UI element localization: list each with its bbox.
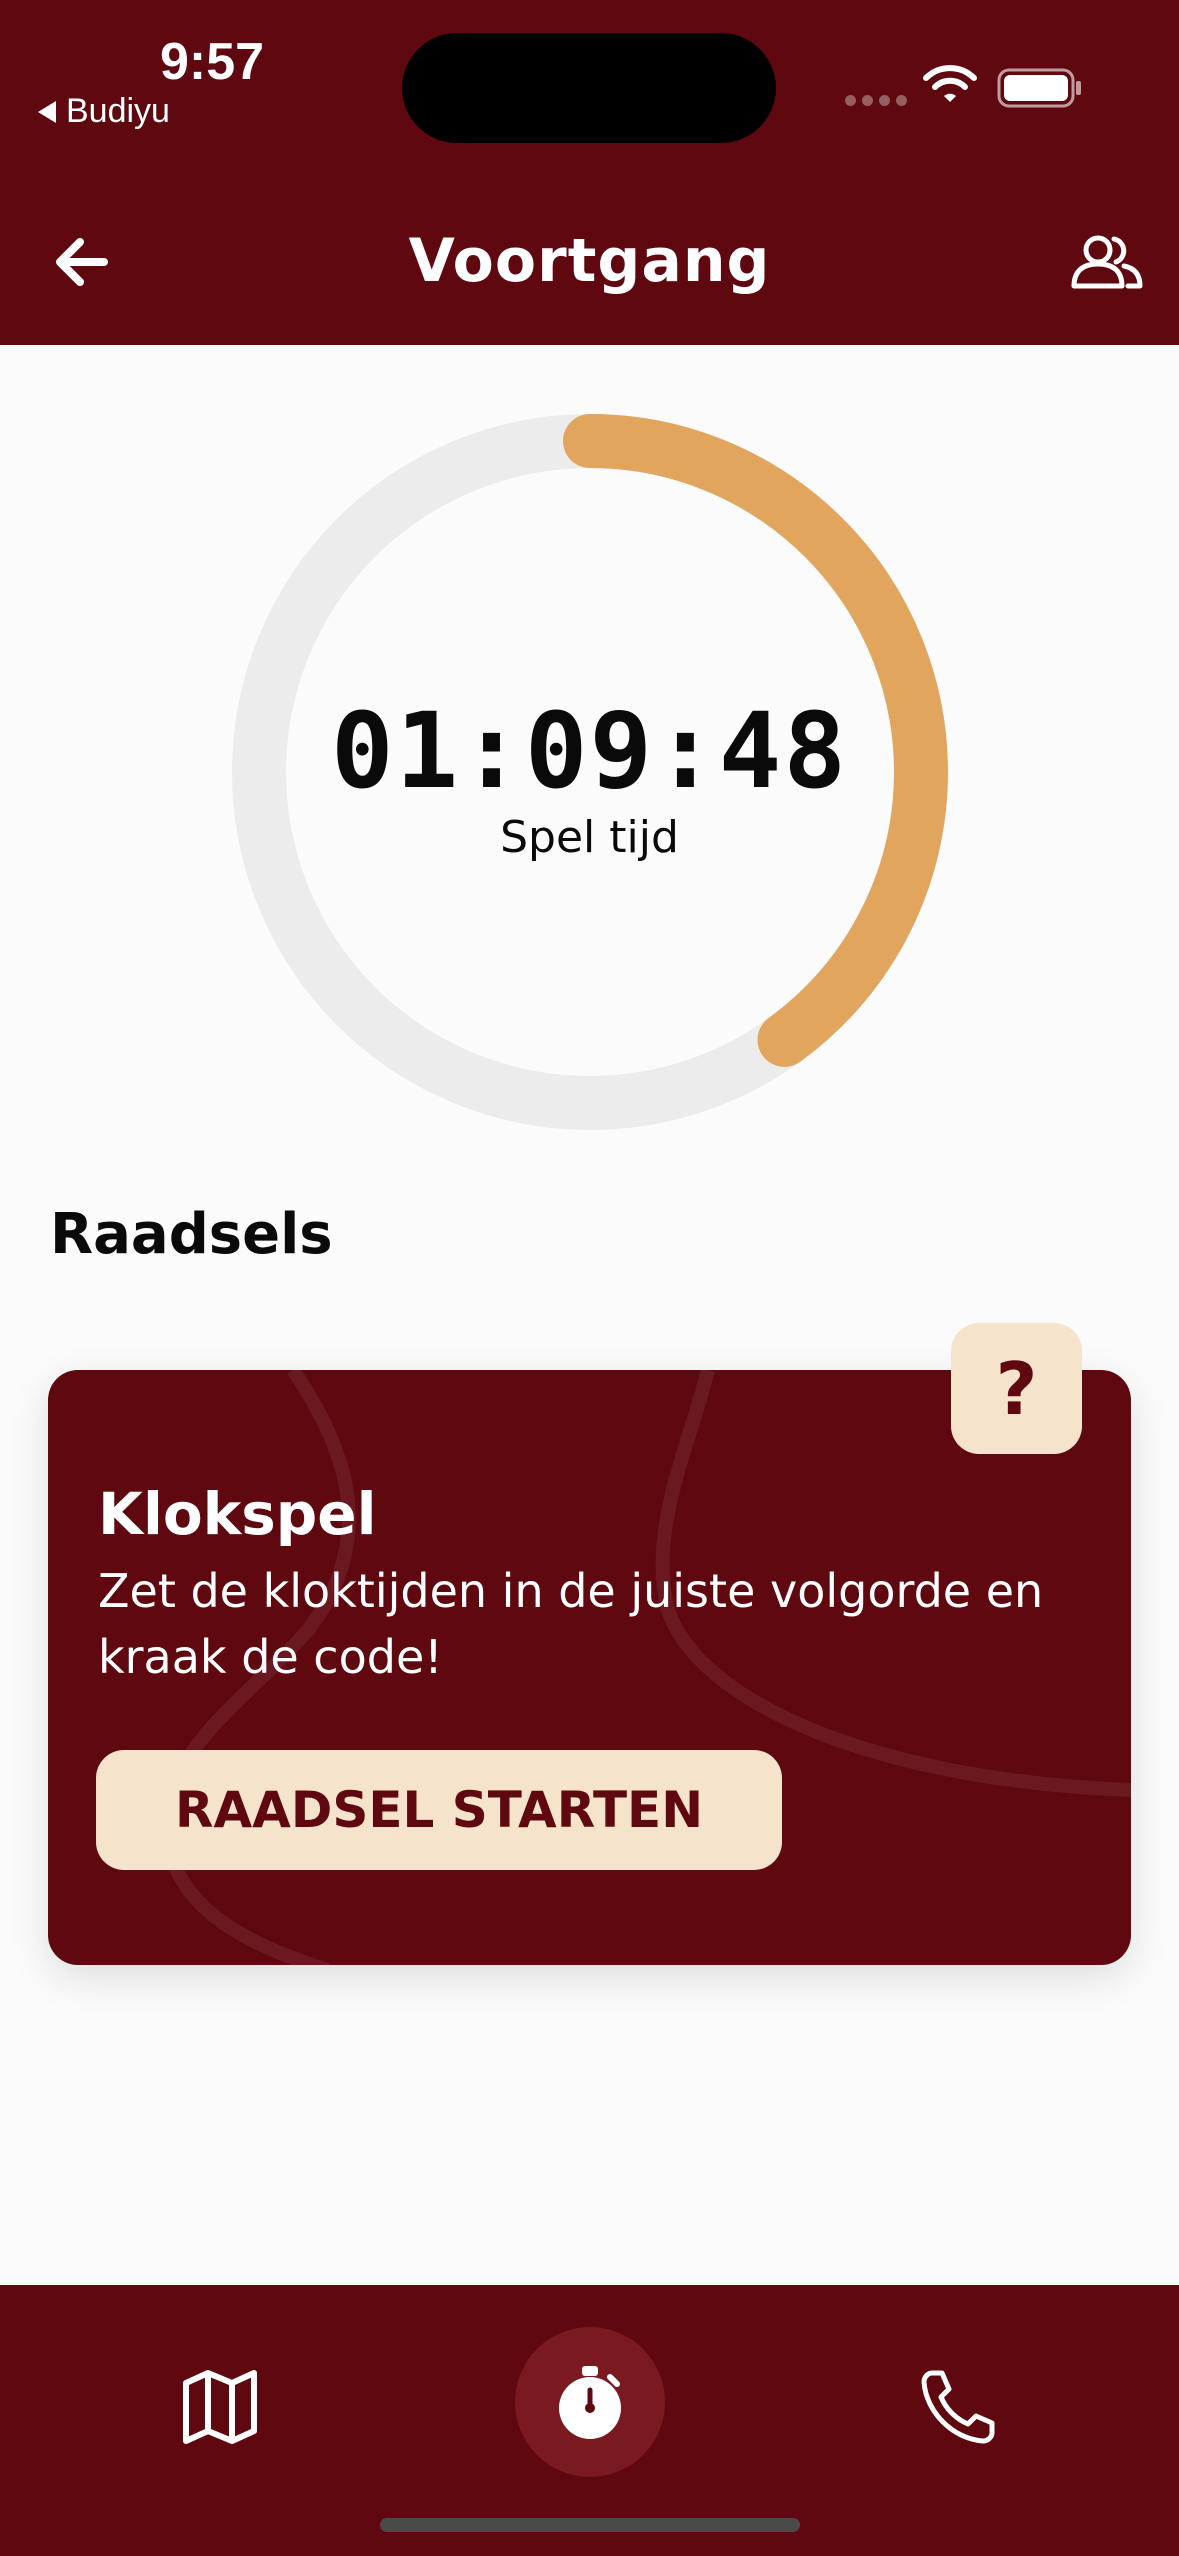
puzzle-description: Zet de kloktijden in de juiste volgorde … [98, 1564, 1044, 1684]
back-to-app-link[interactable]: Budiyu [38, 92, 170, 131]
header-bar: 9:57 Budiyu Voortgang [0, 0, 1179, 345]
tab-bar [0, 2285, 1179, 2556]
dynamic-island [402, 33, 776, 143]
game-timer: 01:09:48 [331, 690, 848, 812]
page-title: Voortgang [408, 226, 771, 296]
puzzle-title: Klokspel [98, 1480, 377, 1548]
battery-icon [997, 68, 1081, 108]
stopwatch-icon [559, 2366, 621, 2439]
phone-icon[interactable] [918, 2367, 998, 2447]
status-time: 9:57 [160, 33, 265, 91]
back-app-label: Budiyu [66, 92, 170, 130]
people-icon[interactable] [1068, 232, 1144, 292]
home-indicator[interactable] [380, 2518, 800, 2532]
puzzle-card: Klokspel Zet de kloktijden in de juiste … [48, 1370, 1131, 1965]
back-triangle-icon [38, 100, 56, 123]
tab-progress[interactable] [515, 2327, 665, 2477]
start-puzzle-button[interactable]: RAADSEL STARTEN [96, 1750, 782, 1870]
game-timer-label: Spel tijd [500, 812, 679, 863]
signal-dots-icon [845, 95, 907, 106]
wifi-icon [923, 65, 977, 102]
map-icon[interactable] [180, 2367, 260, 2447]
section-title: Raadsels [50, 1202, 333, 1267]
question-mark-badge[interactable]: ? [951, 1323, 1082, 1454]
